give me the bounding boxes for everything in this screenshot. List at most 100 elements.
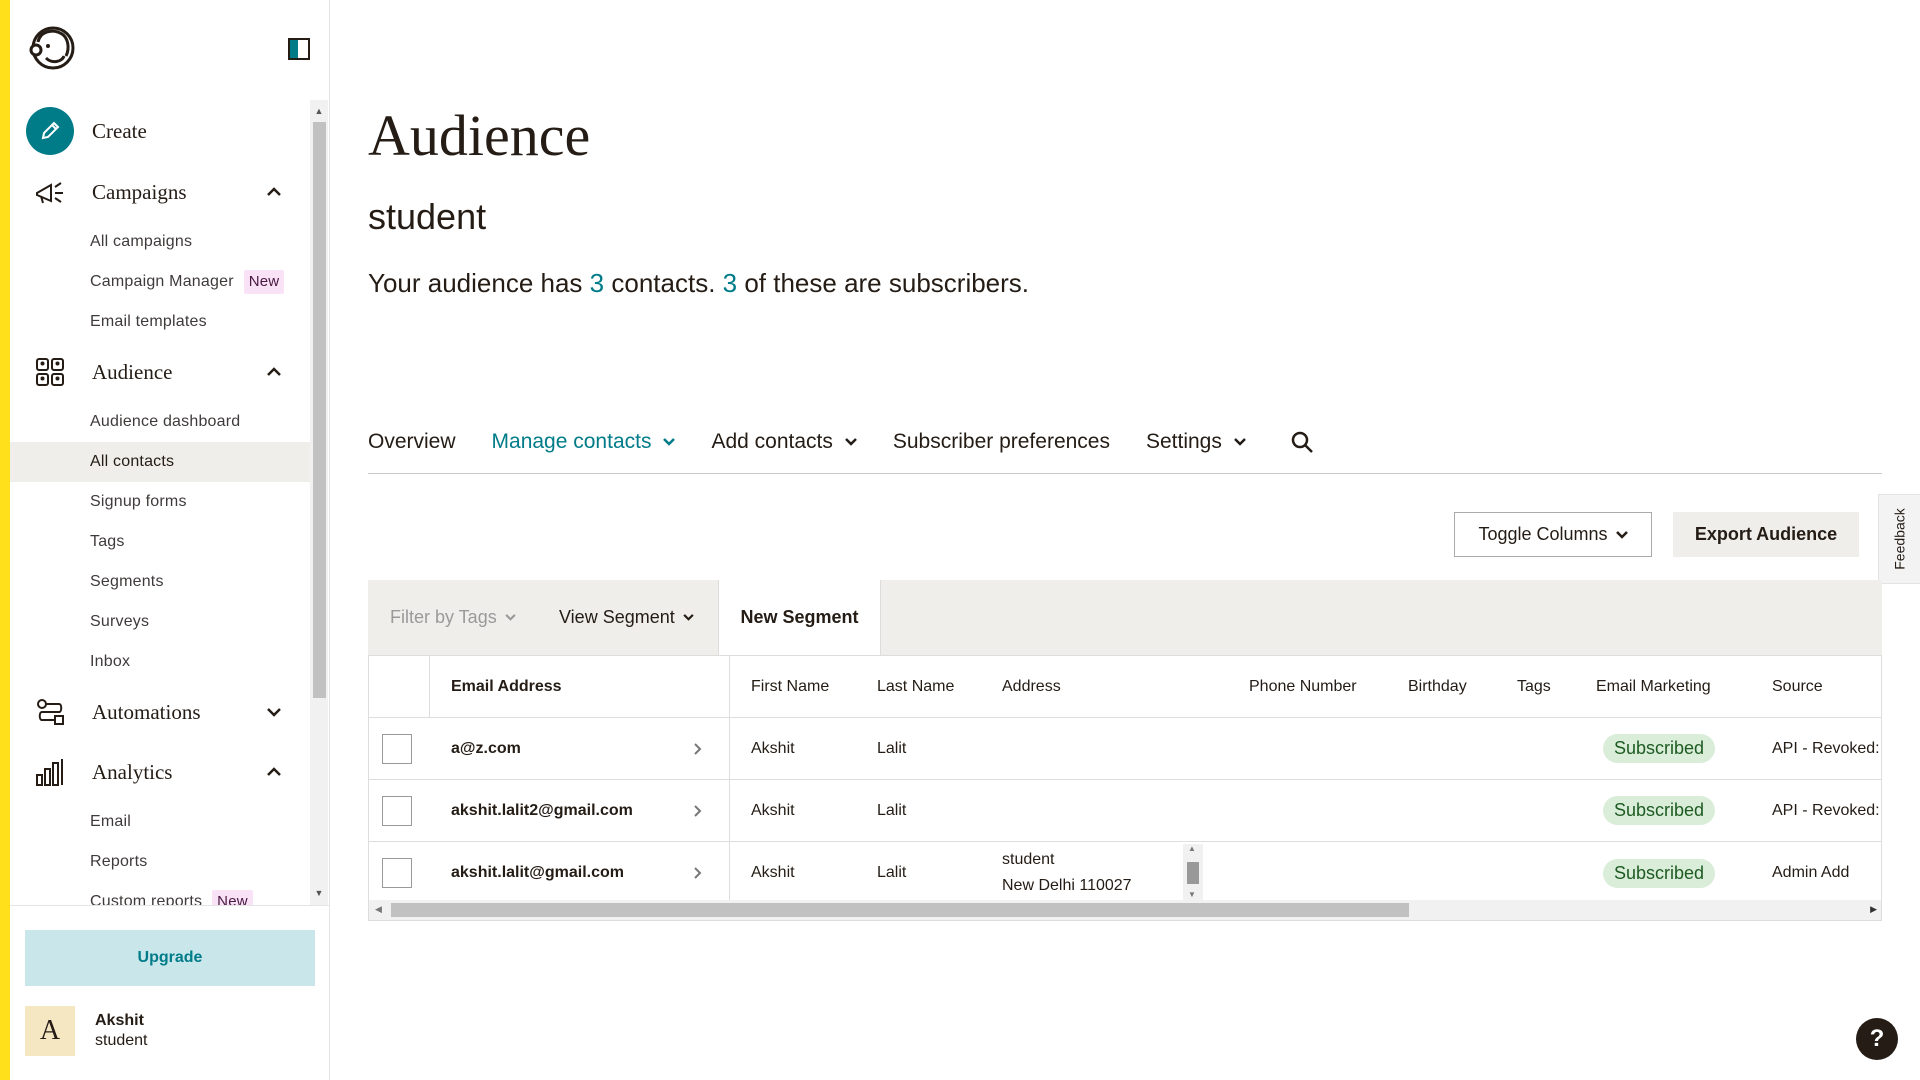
source-cell: API - Revoked:	[1772, 801, 1880, 819]
summary-text: of these are subscribers.	[737, 268, 1030, 298]
sidebar-item-all-contacts[interactable]: All contacts	[10, 442, 310, 482]
sidebar-item-label: Signup forms	[90, 493, 187, 510]
sidebar-item-label: Audience dashboard	[90, 413, 241, 430]
chevron-down-icon	[1233, 437, 1246, 446]
column-header-birthday[interactable]: Birthday	[1408, 656, 1467, 717]
sidebar-item-reports[interactable]: Reports	[10, 842, 310, 882]
upgrade-button[interactable]: Upgrade	[25, 930, 315, 986]
status-badge: Subscribed	[1603, 734, 1716, 763]
column-header-email-marketing[interactable]: Email Marketing	[1596, 656, 1711, 717]
sidebar-footer: Upgrade A Akshit student	[10, 905, 330, 1080]
main-content: Audience student Your audience has 3 con…	[368, 0, 1920, 1080]
feedback-tab[interactable]: Feedback	[1878, 494, 1920, 584]
column-header-address[interactable]: Address	[1002, 656, 1061, 717]
sidebar-item-audience-dashboard[interactable]: Audience dashboard	[10, 402, 310, 442]
contact-email-link[interactable]: a@z.com	[451, 718, 521, 779]
new-badge: New	[243, 270, 285, 294]
toggle-columns-button[interactable]: Toggle Columns	[1454, 512, 1652, 557]
nav-automations[interactable]: Automations	[10, 682, 310, 742]
help-button[interactable]: ?	[1856, 1018, 1898, 1060]
scroll-left-arrow-icon[interactable]: ◀	[375, 904, 382, 915]
row-checkbox[interactable]	[382, 733, 412, 764]
summary-text: contacts.	[604, 268, 723, 298]
sidebar-item-label: Email	[90, 813, 132, 830]
tab-overview[interactable]: Overview	[368, 430, 456, 454]
new-badge: New	[212, 890, 253, 905]
button-label: Toggle Columns	[1478, 524, 1608, 544]
sidebar-item-email[interactable]: Email	[10, 802, 310, 842]
scroll-down-arrow-icon[interactable]: ▼	[313, 888, 325, 900]
account-menu[interactable]: A Akshit student	[25, 1006, 147, 1056]
sidebar-item-label: Inbox	[90, 653, 131, 670]
nav-analytics-label: Analytics	[92, 759, 173, 784]
scroll-up-arrow-icon[interactable]: ▲	[313, 106, 325, 118]
sidebar-item-surveys[interactable]: Surveys	[10, 602, 310, 642]
table-header-row: Email Address First Name Last Name Addre…	[369, 656, 1881, 718]
sidebar-item-campaign-manager[interactable]: Campaign Manager New	[10, 262, 310, 302]
chevron-up-icon[interactable]	[254, 767, 294, 777]
megaphone-icon	[26, 168, 74, 216]
collapse-sidebar-icon[interactable]	[288, 38, 310, 60]
sidebar-item-inbox[interactable]: Inbox	[10, 642, 310, 682]
table-horizontal-scrollbar[interactable]: ◀ ▶	[369, 900, 1881, 920]
column-header-tags[interactable]: Tags	[1517, 656, 1551, 717]
export-audience-button[interactable]: Export Audience	[1673, 512, 1859, 557]
column-header-email[interactable]: Email Address	[451, 656, 562, 717]
sidebar-scrollbar-thumb[interactable]	[313, 122, 326, 698]
column-header-phone[interactable]: Phone Number	[1249, 656, 1357, 717]
chevron-down-icon	[505, 614, 516, 621]
bar-chart-icon	[26, 748, 74, 796]
chevron-right-icon[interactable]	[694, 780, 702, 841]
column-header-first-name[interactable]: First Name	[751, 656, 829, 717]
row-checkbox[interactable]	[382, 858, 412, 888]
nav-create[interactable]: Create	[10, 100, 310, 162]
user-org: student	[95, 1032, 148, 1049]
address-scrollbar[interactable]: ▲ ▼	[1183, 844, 1203, 902]
sidebar-item-all-campaigns[interactable]: All campaigns	[10, 222, 310, 262]
chevron-down-icon[interactable]	[254, 707, 294, 717]
source-cell: Admin Add	[1772, 864, 1850, 881]
tab-manage-contacts[interactable]: Manage contacts	[492, 430, 676, 454]
chevron-right-icon[interactable]	[694, 718, 702, 779]
contact-email-link[interactable]: akshit.lalit@gmail.com	[451, 842, 624, 904]
row-checkbox[interactable]	[382, 795, 412, 826]
status-badge: Subscribed	[1603, 858, 1716, 888]
nav-create-label: Create	[92, 118, 147, 143]
nav-audience[interactable]: Audience	[10, 342, 310, 402]
page-title: Audience	[368, 103, 591, 168]
tab-settings[interactable]: Settings	[1146, 430, 1246, 454]
mailchimp-logo-icon[interactable]	[26, 22, 78, 74]
search-icon[interactable]	[1290, 430, 1314, 454]
status-badge: Subscribed	[1603, 796, 1716, 825]
sidebar-item-label: Email templates	[90, 313, 207, 330]
sidebar: Create Campaigns All campaigns Campaign …	[10, 0, 330, 1080]
sidebar-item-custom-reports[interactable]: Custom reports New	[10, 882, 310, 905]
nav-campaigns[interactable]: Campaigns	[10, 162, 310, 222]
avatar: A	[25, 1006, 75, 1056]
chevron-up-icon[interactable]	[254, 187, 294, 197]
last-name-cell: Lalit	[877, 801, 907, 819]
sidebar-item-signup-forms[interactable]: Signup forms	[10, 482, 310, 522]
filter-by-tags-dropdown[interactable]: Filter by Tags	[390, 580, 516, 655]
brand-accent-bar	[0, 0, 10, 1080]
chevron-right-icon[interactable]	[694, 842, 702, 904]
nav-analytics[interactable]: Analytics	[10, 742, 310, 802]
first-name-cell: Akshit	[751, 801, 795, 819]
sidebar-item-tags[interactable]: Tags	[10, 522, 310, 562]
scroll-right-arrow-icon[interactable]: ▶	[1870, 904, 1877, 915]
sidebar-item-email-templates[interactable]: Email templates	[10, 302, 310, 342]
contact-email-link[interactable]: akshit.lalit2@gmail.com	[451, 780, 633, 841]
new-segment-button[interactable]: New Segment	[718, 580, 881, 655]
view-segment-dropdown[interactable]: View Segment	[559, 580, 694, 655]
horizontal-scrollbar-thumb[interactable]	[391, 903, 1409, 917]
column-header-source[interactable]: Source	[1772, 656, 1823, 717]
sidebar-item-segments[interactable]: Segments	[10, 562, 310, 602]
tab-add-contacts[interactable]: Add contacts	[711, 430, 857, 454]
nav-automations-label: Automations	[92, 699, 201, 724]
sidebar-item-label: Surveys	[90, 613, 150, 630]
column-header-last-name[interactable]: Last Name	[877, 656, 954, 717]
subscribers-count: 3	[722, 268, 738, 298]
tab-subscriber-preferences[interactable]: Subscriber preferences	[893, 430, 1110, 454]
chevron-up-icon[interactable]	[254, 367, 294, 377]
feedback-label: Feedback	[1892, 508, 1909, 570]
